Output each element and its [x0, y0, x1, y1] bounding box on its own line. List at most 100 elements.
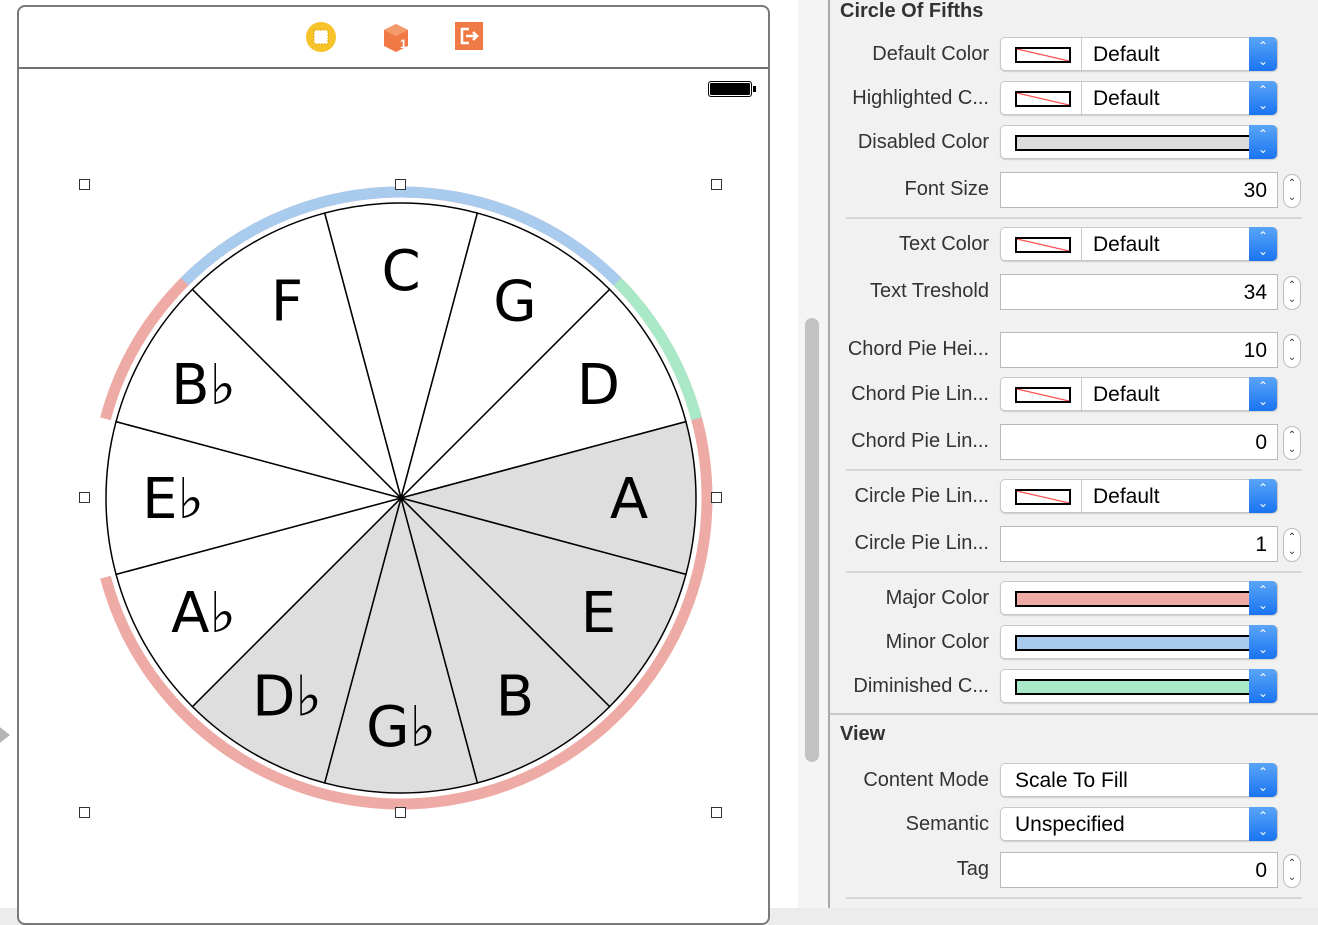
popup-value: Default: [1093, 233, 1160, 256]
scrollbar[interactable]: [805, 318, 819, 762]
chord-pie-line-width-row: Chord Pie Lin... 0 ⌃ ⌄: [830, 424, 1318, 460]
font-size-row: Font Size 30 ⌃ ⌄: [830, 172, 1318, 208]
text-color-row: Text Color Default ⌃ ⌄: [830, 227, 1318, 263]
default-color-row: Default Color Default ⌃ ⌄: [830, 37, 1318, 73]
tag-row: Tag 0 ⌃ ⌄: [830, 852, 1318, 888]
divider: [846, 571, 1302, 573]
field-label: Chord Pie Hei...: [847, 338, 989, 360]
key-label: B♭: [171, 353, 236, 418]
resize-handle[interactable]: [711, 492, 722, 503]
resize-handle[interactable]: [395, 807, 406, 818]
section-title: Circle Of Fifths: [840, 0, 984, 22]
resize-handle[interactable]: [711, 807, 722, 818]
key-label: C: [381, 239, 420, 304]
popup-value: Default: [1093, 43, 1160, 66]
text-threshold-row: Text Treshold 34 ⌃ ⌄: [830, 274, 1318, 310]
key-label: E: [581, 581, 616, 646]
field-value: 0: [1255, 431, 1267, 454]
resize-handle[interactable]: [79, 807, 90, 818]
divider: [846, 469, 1302, 471]
color-swatch: [1015, 47, 1071, 63]
chevron-updown-icon: ⌃ ⌄: [1249, 479, 1277, 513]
major-color-popup[interactable]: ⌃ ⌄: [1000, 581, 1278, 615]
content-mode-row: Content Mode Scale To Fill ⌃ ⌄: [830, 763, 1318, 799]
divider: [846, 897, 1302, 899]
chevron-updown-icon: ⌃ ⌄: [1249, 37, 1277, 71]
field-label: Diminished C...: [853, 675, 989, 697]
tag-field[interactable]: 0: [1000, 852, 1278, 888]
circle-pie-line-color-row: Circle Pie Lin... Default ⌃ ⌄: [830, 479, 1318, 515]
color-swatch: [1015, 489, 1071, 505]
chevron-updown-icon: ⌃ ⌄: [1249, 581, 1277, 615]
field-value: 0: [1255, 859, 1267, 882]
storyboard-canvas[interactable]: 1 C G D A E B G♭ D♭ A♭ E♭ B♭ F: [0, 0, 798, 925]
field-value: 1: [1255, 533, 1267, 556]
popup-value: Unspecified: [1015, 813, 1125, 836]
field-value: 34: [1243, 281, 1267, 304]
chord-pie-line-width-stepper[interactable]: ⌃ ⌄: [1283, 426, 1301, 460]
circle-pie-line-width-row: Circle Pie Lin... 1 ⌃ ⌄: [830, 526, 1318, 562]
resize-handle[interactable]: [79, 179, 90, 190]
chevron-updown-icon: ⌃ ⌄: [1249, 763, 1277, 797]
field-label: Font Size: [904, 178, 989, 200]
field-label: Chord Pie Lin...: [851, 430, 989, 452]
field-label: Chord Pie Lin...: [851, 383, 989, 405]
key-label: D: [577, 353, 620, 418]
key-label: G: [493, 270, 536, 335]
semantic-popup[interactable]: Unspecified ⌃ ⌄: [1000, 807, 1278, 841]
field-value: 30: [1243, 179, 1267, 202]
circle-pie-line-width-stepper[interactable]: ⌃ ⌄: [1283, 528, 1301, 562]
minor-color-popup[interactable]: ⌃ ⌄: [1000, 625, 1278, 659]
diminished-color-row: Diminished C... ⌃ ⌄: [830, 669, 1318, 705]
popup-value: Default: [1093, 383, 1160, 406]
field-label: Text Treshold: [870, 280, 989, 302]
color-swatch: [1015, 635, 1257, 651]
circle-pie-line-width-field[interactable]: 1: [1000, 526, 1278, 562]
color-swatch: [1015, 591, 1257, 607]
color-swatch: [1015, 387, 1071, 403]
key-label: A: [610, 467, 648, 532]
field-label: Highlighted C...: [852, 87, 989, 109]
resize-handle[interactable]: [711, 179, 722, 190]
disabled-color-popup[interactable]: ⌃ ⌄: [1000, 125, 1278, 159]
chevron-updown-icon: ⌃ ⌄: [1249, 669, 1277, 703]
entry-point-arrow-icon[interactable]: [0, 724, 10, 746]
color-swatch: [1015, 237, 1071, 253]
content-mode-popup[interactable]: Scale To Fill ⌃ ⌄: [1000, 763, 1278, 797]
font-size-stepper[interactable]: ⌃ ⌄: [1283, 174, 1301, 208]
field-label: Disabled Color: [857, 131, 989, 153]
text-threshold-field[interactable]: 34: [1000, 274, 1278, 310]
chord-pie-height-stepper[interactable]: ⌃ ⌄: [1283, 334, 1301, 368]
color-swatch: [1015, 91, 1071, 107]
diminished-color-popup[interactable]: ⌃ ⌄: [1000, 669, 1278, 703]
color-swatch: [1015, 135, 1257, 151]
field-label: Default Color: [872, 43, 989, 65]
popup-value: Scale To Fill: [1015, 769, 1128, 792]
tag-stepper[interactable]: ⌃ ⌄: [1283, 854, 1301, 888]
field-label: Semantic: [905, 813, 989, 835]
chevron-updown-icon: ⌃ ⌄: [1249, 807, 1277, 841]
chord-pie-height-field[interactable]: 10: [1000, 332, 1278, 368]
circle-pie-line-color-popup[interactable]: Default ⌃ ⌄: [1000, 479, 1278, 513]
text-threshold-stepper[interactable]: ⌃ ⌄: [1283, 276, 1301, 310]
divider: [846, 217, 1302, 219]
attributes-inspector: Circle Of Fifths Default Color Default ⌃ ⌄…: [828, 0, 1318, 908]
key-label: B: [496, 664, 534, 729]
highlighted-color-row: Highlighted C... Default ⌃ ⌄: [830, 81, 1318, 117]
highlighted-color-popup[interactable]: Default ⌃ ⌄: [1000, 81, 1278, 115]
field-label: Circle Pie Lin...: [854, 485, 990, 507]
chord-pie-line-width-field[interactable]: 0: [1000, 424, 1278, 460]
font-size-field[interactable]: 30: [1000, 172, 1278, 208]
chord-pie-line-color-row: Chord Pie Lin... Default ⌃ ⌄: [830, 377, 1318, 413]
key-label: G♭: [366, 695, 436, 760]
chevron-updown-icon: ⌃ ⌄: [1249, 125, 1277, 159]
resize-handle[interactable]: [395, 179, 406, 190]
major-color-row: Major Color ⌃ ⌄: [830, 581, 1318, 617]
circle-of-fifths-view[interactable]: C GDAEB G♭ D♭A♭ E♭ B♭ F: [0, 0, 798, 908]
default-color-popup[interactable]: Default ⌃ ⌄: [1000, 37, 1278, 71]
resize-handle[interactable]: [79, 492, 90, 503]
minor-color-row: Minor Color ⌃ ⌄: [830, 625, 1318, 661]
chord-pie-line-color-popup[interactable]: Default ⌃ ⌄: [1000, 377, 1278, 411]
key-label: D♭: [252, 664, 322, 729]
text-color-popup[interactable]: Default ⌃ ⌄: [1000, 227, 1278, 261]
